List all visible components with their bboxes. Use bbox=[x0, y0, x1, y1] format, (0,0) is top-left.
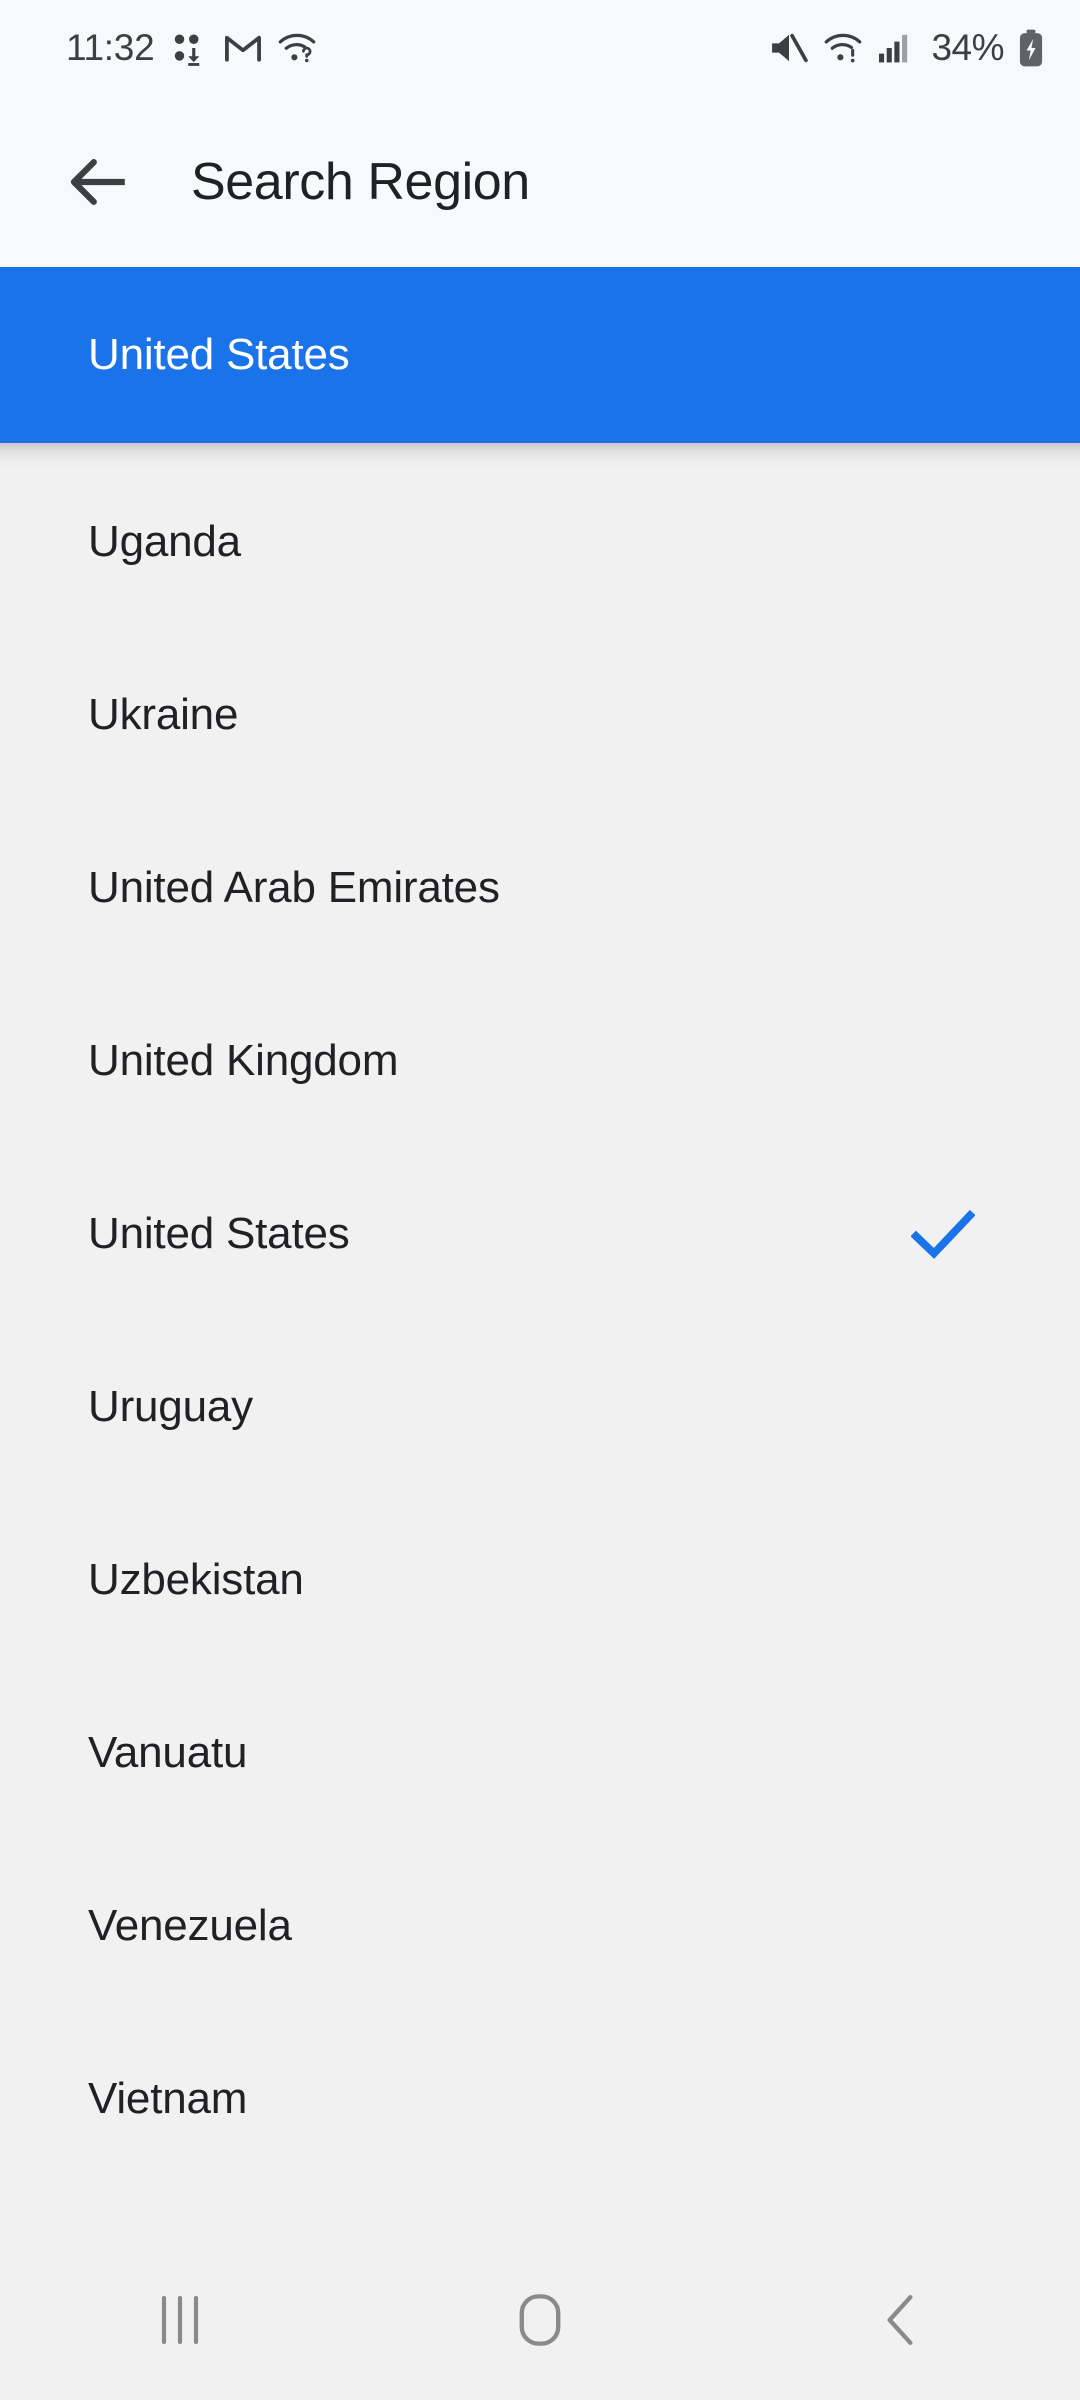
back-button[interactable] bbox=[45, 127, 155, 237]
recents-icon bbox=[161, 2295, 199, 2345]
region-list-item-label: Ukraine bbox=[88, 689, 239, 739]
region-list-item-label: United Kingdom bbox=[88, 1035, 399, 1085]
region-list-item[interactable]: Vanuatu bbox=[0, 1666, 1080, 1839]
status-bar-right: 34% bbox=[769, 27, 1044, 69]
region-list-item-label: Uruguay bbox=[88, 1381, 253, 1431]
arrow-left-icon bbox=[70, 158, 125, 205]
wifi-question-icon bbox=[279, 33, 316, 63]
chevron-left-icon bbox=[887, 2295, 913, 2345]
battery-percentage-label: 34% bbox=[931, 27, 1004, 68]
volume-muted-icon bbox=[772, 33, 809, 63]
check-icon bbox=[908, 1199, 978, 1269]
cellular-signal-icon bbox=[879, 34, 908, 63]
nav-home-button[interactable] bbox=[360, 2240, 720, 2400]
gmail-m-icon bbox=[225, 35, 262, 62]
region-list-item-label: United Arab Emirates bbox=[88, 862, 500, 912]
region-list-item[interactable]: United States bbox=[0, 1147, 1080, 1320]
region-list-item[interactable]: Uganda bbox=[0, 455, 1080, 628]
region-list-item[interactable]: Venezuela bbox=[0, 1839, 1080, 2012]
region-list-item-label: Vanuatu bbox=[88, 1727, 248, 1777]
selected-region-label: United States bbox=[88, 330, 350, 379]
status-bar-left: 11:32 bbox=[66, 27, 316, 69]
region-list-item[interactable]: Vietnam bbox=[0, 2012, 1080, 2185]
status-bar: 11:32 34% bbox=[0, 0, 1080, 96]
phone-screen: 11:32 34% Search Region United States Ug… bbox=[0, 0, 1080, 2400]
nav-recents-button[interactable] bbox=[0, 2240, 360, 2400]
region-list-item[interactable]: Ukraine bbox=[0, 628, 1080, 801]
region-list-item-label: United States bbox=[88, 1208, 350, 1258]
region-list-item[interactable]: Uruguay bbox=[0, 1320, 1080, 1493]
region-list-item-label: Uganda bbox=[88, 516, 241, 566]
home-icon bbox=[519, 2294, 561, 2346]
region-list-item-label: Venezuela bbox=[88, 1900, 292, 1950]
region-list-item[interactable]: United Kingdom bbox=[0, 974, 1080, 1147]
region-list[interactable]: Uganda Ukraine United Arab Emirates United … bbox=[0, 443, 1080, 2240]
battery-charging-icon bbox=[1019, 29, 1043, 67]
system-navigation-bar bbox=[0, 2240, 1080, 2400]
region-list-item[interactable]: United Arab Emirates bbox=[0, 801, 1080, 974]
wifi-alert-icon bbox=[825, 33, 862, 63]
region-list-item[interactable]: Uzbekistan bbox=[0, 1493, 1080, 1666]
page-title: Search Region bbox=[191, 152, 530, 211]
selected-region-banner[interactable]: United States bbox=[0, 267, 1080, 443]
region-list-item-label: Uzbekistan bbox=[88, 1554, 304, 1604]
dots-download-icon bbox=[175, 34, 200, 66]
app-bar: Search Region bbox=[0, 96, 1080, 267]
nav-back-button[interactable] bbox=[720, 2240, 1080, 2400]
status-clock: 11:32 bbox=[66, 27, 155, 68]
region-list-item-label: Vietnam bbox=[88, 2073, 248, 2123]
